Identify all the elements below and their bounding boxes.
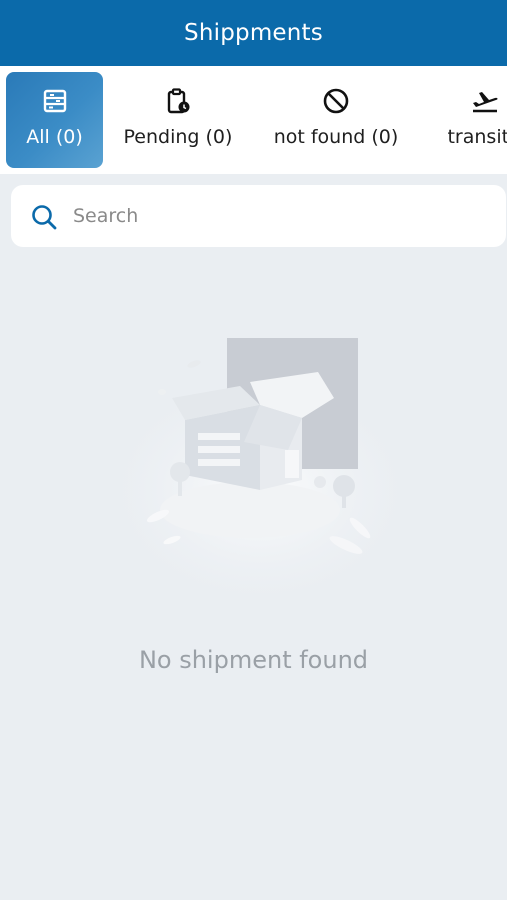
grid-package-icon bbox=[40, 86, 70, 116]
empty-state-message: No shipment found bbox=[138, 646, 369, 674]
status-tab-bar: All (0) Pending (0) not found (0) transi… bbox=[0, 66, 507, 174]
tab-label: transit ( bbox=[447, 126, 507, 148]
ban-icon bbox=[321, 86, 351, 116]
tab-label: All (0) bbox=[26, 126, 83, 148]
search-icon bbox=[30, 203, 58, 231]
app-bar: Shippments bbox=[0, 0, 507, 66]
tab-transit[interactable]: transit ( bbox=[430, 72, 507, 168]
tab-label: not found (0) bbox=[273, 126, 399, 148]
page-title: Shippments bbox=[184, 20, 323, 46]
airplane-takeoff-icon bbox=[470, 86, 500, 116]
tab-pending[interactable]: Pending (0) bbox=[114, 72, 242, 168]
clipboard-clock-icon bbox=[163, 86, 193, 116]
search-input[interactable] bbox=[73, 197, 493, 235]
tab-not-found[interactable]: not found (0) bbox=[266, 72, 406, 168]
tab-all[interactable]: All (0) bbox=[6, 72, 103, 168]
search-bar bbox=[11, 185, 506, 247]
open-box-warehouse-illustration bbox=[90, 300, 430, 615]
tab-label: Pending (0) bbox=[123, 126, 233, 148]
